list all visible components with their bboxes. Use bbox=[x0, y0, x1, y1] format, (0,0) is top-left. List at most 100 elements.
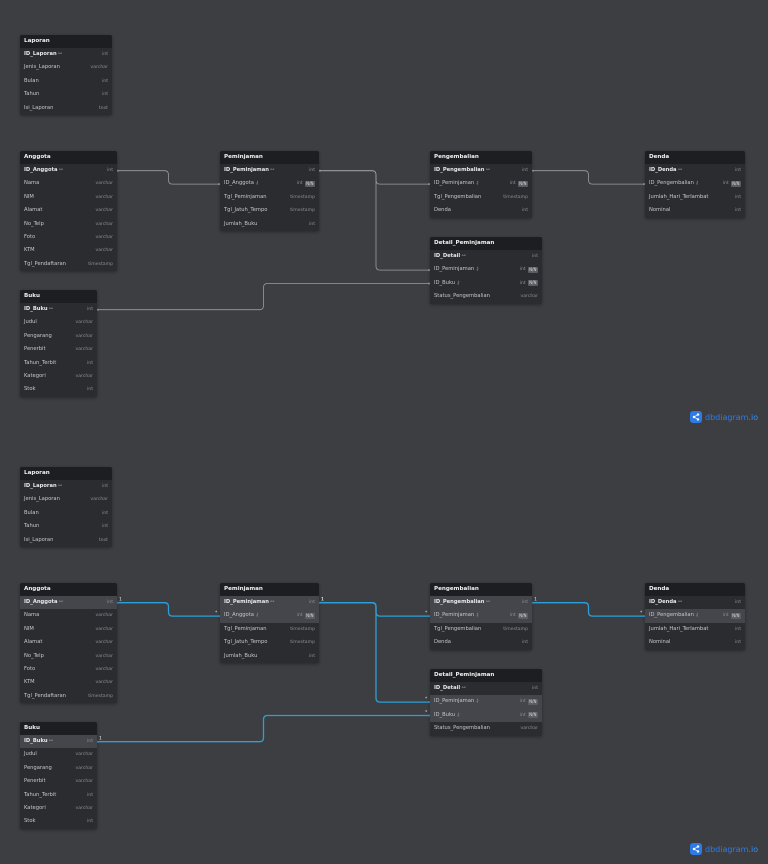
table-column-row[interactable]: ID_Detail ⚯ int bbox=[430, 250, 542, 263]
table-column-row[interactable]: ID_Peminjaman ⚷ int N/N bbox=[430, 609, 532, 623]
table-column-row[interactable]: Tgl_Pengembalian timestamp bbox=[430, 191, 532, 204]
table-column-row[interactable]: Nama varchar bbox=[20, 609, 117, 622]
table-column-row[interactable]: NIM varchar bbox=[20, 623, 117, 636]
table-column-row[interactable]: ID_Buku ⚷ int N/N bbox=[430, 708, 542, 723]
table-column-row[interactable]: KTM varchar bbox=[20, 244, 117, 257]
relation-line-2[interactable] bbox=[319, 170, 430, 271]
relation-line-1[interactable] bbox=[319, 170, 430, 185]
table-title[interactable]: Pengembalian bbox=[430, 583, 532, 596]
table-column-row[interactable]: Denda int bbox=[430, 204, 532, 217]
table-column-row[interactable]: Foto varchar bbox=[20, 231, 117, 244]
table-column-row[interactable]: ID_Pengembalian ⚷ int N/N bbox=[645, 609, 745, 623]
table-title[interactable]: Detail_Peminjaman bbox=[430, 669, 542, 682]
table-denda[interactable]: Denda ID_Denda ⚯ int ID_Pengembalian ⚷ int N/N J… bbox=[645, 583, 745, 650]
table-column-row[interactable]: ID_Peminjaman ⚷ int N/N bbox=[430, 263, 542, 276]
table-title[interactable]: Anggota bbox=[20, 583, 117, 596]
table-column-row[interactable]: Status_Pengembalian varchar bbox=[430, 290, 542, 303]
relation-line-3[interactable] bbox=[97, 283, 430, 311]
table-column-row[interactable]: Alamat varchar bbox=[20, 204, 117, 217]
table-column-row[interactable]: ID_Denda ⚯ int bbox=[645, 164, 745, 177]
table-column-row[interactable]: Alamat varchar bbox=[20, 636, 117, 649]
table-column-row[interactable]: ID_Laporan ⚯ int bbox=[20, 48, 112, 61]
table-column-row[interactable]: Tgl_Peminjaman timestamp bbox=[220, 191, 319, 204]
relation-line-3[interactable] bbox=[97, 714, 430, 743]
table-column-row[interactable]: ID_Laporan ⚯ int bbox=[20, 480, 112, 493]
table-column-row[interactable]: ID_Pengembalian ⚯ int bbox=[430, 596, 532, 610]
table-column-row[interactable]: Tahun int bbox=[20, 88, 112, 101]
relation-line-4[interactable] bbox=[532, 170, 645, 185]
table-column-row[interactable]: ID_Buku ⚯ int bbox=[20, 735, 97, 749]
table-buku[interactable]: Buku ID_Buku ⚯ int Judul varchar Pengarang varc… bbox=[20, 290, 97, 397]
table-column-row[interactable]: Jumlah_Buku int bbox=[220, 650, 319, 663]
table-column-row[interactable]: Penerbit varchar bbox=[20, 343, 97, 356]
table-laporan[interactable]: Laporan ID_Laporan ⚯ int Jenis_Laporan varcha… bbox=[20, 35, 112, 115]
table-column-row[interactable]: KTM varchar bbox=[20, 676, 117, 689]
table-detail_peminjaman[interactable]: Detail_Peminjaman ID_Detail ⚯ int ID_Peminja… bbox=[430, 237, 542, 304]
table-column-row[interactable]: Jumlah_Buku int bbox=[220, 218, 319, 231]
table-column-row[interactable]: Isi_Laporan text bbox=[20, 102, 112, 115]
relation-line-0[interactable] bbox=[117, 602, 220, 617]
table-column-row[interactable]: Pengarang varchar bbox=[20, 762, 97, 775]
table-title[interactable]: Buku bbox=[20, 722, 97, 735]
table-title[interactable]: Anggota bbox=[20, 151, 117, 164]
table-anggota[interactable]: Anggota ID_Anggota ⚯ int Nama varchar NIM varch… bbox=[20, 583, 117, 704]
table-title[interactable]: Pengembalian bbox=[430, 151, 532, 164]
table-column-row[interactable]: Kategori varchar bbox=[20, 802, 97, 815]
table-column-row[interactable]: ID_Peminjaman ⚯ int bbox=[220, 164, 319, 177]
table-title[interactable]: Peminjaman bbox=[220, 583, 319, 596]
table-detail_peminjaman[interactable]: Detail_Peminjaman ID_Detail ⚯ int ID_Peminja… bbox=[430, 669, 542, 736]
table-column-row[interactable]: Judul varchar bbox=[20, 748, 97, 761]
table-column-row[interactable]: ID_Denda ⚯ int bbox=[645, 596, 745, 609]
table-column-row[interactable]: Stok int bbox=[20, 383, 97, 396]
table-column-row[interactable]: NIM varchar bbox=[20, 191, 117, 204]
table-anggota[interactable]: Anggota ID_Anggota ⚯ int Nama varchar NIM varch… bbox=[20, 151, 117, 272]
table-column-row[interactable]: ID_Buku ⚷ int N/N bbox=[430, 277, 542, 290]
table-column-row[interactable]: ID_Peminjaman ⚷ int N/N bbox=[430, 695, 542, 709]
table-peminjaman[interactable]: Peminjaman ID_Peminjaman ⚯ int ID_Anggota ⚷ in… bbox=[220, 151, 319, 231]
table-column-row[interactable]: No_Telp varchar bbox=[20, 218, 117, 231]
table-title[interactable]: Laporan bbox=[20, 35, 112, 48]
table-title[interactable]: Peminjaman bbox=[220, 151, 319, 164]
table-column-row[interactable]: Jenis_Laporan varchar bbox=[20, 493, 112, 506]
table-column-row[interactable]: Tahun int bbox=[20, 520, 112, 533]
table-pengembalian[interactable]: Pengembalian ID_Pengembalian ⚯ int ID_Peminj… bbox=[430, 583, 532, 650]
table-column-row[interactable]: ID_Pengembalian ⚯ int bbox=[430, 164, 532, 177]
table-title[interactable]: Buku bbox=[20, 290, 97, 303]
table-column-row[interactable]: Nominal int bbox=[645, 636, 745, 649]
table-column-row[interactable]: Tahun_Terbit int bbox=[20, 357, 97, 370]
table-column-row[interactable]: Tgl_Peminjaman timestamp bbox=[220, 623, 319, 636]
table-column-row[interactable]: ID_Pengembalian ⚷ int N/N bbox=[645, 177, 745, 190]
table-column-row[interactable]: Tgl_Jatuh_Tempo timestamp bbox=[220, 636, 319, 649]
table-title[interactable]: Denda bbox=[645, 583, 745, 596]
relation-line-2[interactable] bbox=[319, 602, 430, 703]
table-column-row[interactable]: Penerbit varchar bbox=[20, 775, 97, 788]
table-column-row[interactable]: ID_Anggota ⚯ int bbox=[20, 164, 117, 177]
brand-logo[interactable]: dbdiagram.io bbox=[690, 843, 758, 855]
table-column-row[interactable]: ID_Anggota ⚷ int N/N bbox=[220, 177, 319, 190]
brand-logo[interactable]: dbdiagram.io bbox=[690, 411, 758, 423]
table-pengembalian[interactable]: Pengembalian ID_Pengembalian ⚯ int ID_Peminj… bbox=[430, 151, 532, 218]
table-buku[interactable]: Buku ID_Buku ⚯ int Judul varchar Pengarang varc… bbox=[20, 722, 97, 829]
table-column-row[interactable]: Jenis_Laporan varchar bbox=[20, 61, 112, 74]
relation-line-0[interactable] bbox=[117, 170, 220, 185]
table-laporan[interactable]: Laporan ID_Laporan ⚯ int Jenis_Laporan varcha… bbox=[20, 467, 112, 547]
table-column-row[interactable]: Tahun_Terbit int bbox=[20, 789, 97, 802]
table-column-row[interactable]: Jumlah_Hari_Terlambat int bbox=[645, 623, 745, 636]
table-column-row[interactable]: ID_Anggota ⚷ int N/N bbox=[220, 609, 319, 623]
table-column-row[interactable]: Tgl_Pengembalian timestamp bbox=[430, 623, 532, 636]
table-title[interactable]: Detail_Peminjaman bbox=[430, 237, 542, 250]
relation-line-1[interactable] bbox=[319, 602, 430, 617]
table-column-row[interactable]: Tgl_Pendaftaran timestamp bbox=[20, 690, 117, 703]
table-column-row[interactable]: Judul varchar bbox=[20, 316, 97, 329]
table-column-row[interactable]: Isi_Laporan text bbox=[20, 534, 112, 547]
table-column-row[interactable]: Kategori varchar bbox=[20, 370, 97, 383]
table-column-row[interactable]: Tgl_Pendaftaran timestamp bbox=[20, 258, 117, 271]
table-column-row[interactable]: Bulan int bbox=[20, 507, 112, 520]
table-column-row[interactable]: Pengarang varchar bbox=[20, 330, 97, 343]
table-peminjaman[interactable]: Peminjaman ID_Peminjaman ⚯ int ID_Anggota ⚷ in… bbox=[220, 583, 319, 663]
table-column-row[interactable]: Nama varchar bbox=[20, 177, 117, 190]
table-column-row[interactable]: ID_Peminjaman ⚯ int bbox=[220, 596, 319, 610]
table-column-row[interactable]: Stok int bbox=[20, 815, 97, 828]
table-column-row[interactable]: ID_Anggota ⚯ int bbox=[20, 596, 117, 610]
table-column-row[interactable]: Tgl_Jatuh_Tempo timestamp bbox=[220, 204, 319, 217]
